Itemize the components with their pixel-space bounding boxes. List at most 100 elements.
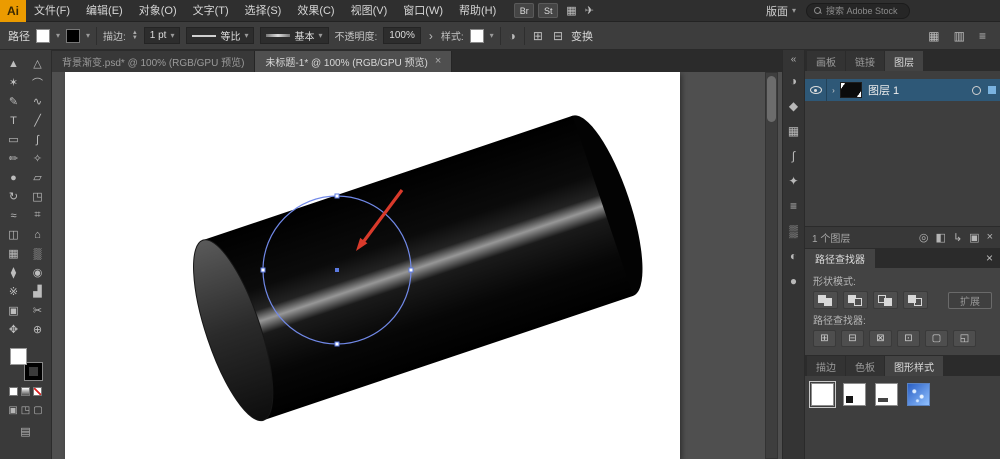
anchor-bottom[interactable] — [334, 341, 340, 347]
center-point[interactable] — [335, 268, 339, 272]
document-grid-icon[interactable]: ▥ — [952, 29, 967, 43]
pathfinder-button-outline[interactable]: ▢ — [925, 330, 948, 347]
tool-width[interactable]: ≈ — [2, 206, 26, 225]
opacity-more-button[interactable]: › — [427, 29, 435, 43]
tool-hand[interactable]: ✥ — [2, 320, 26, 339]
distribute-icon[interactable]: ⊟ — [551, 29, 565, 43]
style-caret-icon[interactable]: ▾ — [490, 31, 494, 40]
color-button[interactable] — [9, 387, 18, 396]
stroke-swatch[interactable] — [66, 28, 81, 43]
tool-paintbrush[interactable]: ∫ — [26, 130, 50, 149]
tool-rotate[interactable]: ↻ — [2, 187, 26, 206]
tool-pen[interactable]: ✎ — [2, 92, 26, 111]
panel-icon-symbols[interactable]: ✦ — [788, 175, 798, 187]
tool-direct-selection[interactable]: △ — [26, 54, 50, 73]
fill-caret-icon[interactable]: ▾ — [56, 31, 60, 40]
tab-stroke[interactable]: 描边 — [807, 356, 845, 376]
opacity-field[interactable]: 100% — [383, 27, 421, 44]
scrollbar-thumb[interactable] — [767, 76, 776, 122]
screen-mode-button[interactable]: ▤ — [20, 425, 30, 438]
tool-zoom[interactable]: ⊕ — [26, 320, 50, 339]
draw-behind-icon[interactable]: ◳ — [21, 405, 30, 416]
menu-item-select[interactable]: 选择(S) — [237, 0, 290, 22]
tool-column-graph[interactable]: ▟ — [26, 282, 50, 301]
search-input[interactable] — [826, 5, 902, 16]
layer-thumbnail[interactable] — [840, 82, 862, 98]
layers-action-new-layer[interactable]: ▣ — [969, 231, 979, 244]
menu-item-view[interactable]: 视图(V) — [343, 0, 396, 22]
draw-inside-icon[interactable]: ▢ — [33, 405, 42, 416]
panel-icon-color[interactable]: ◑ — [790, 75, 797, 87]
recolor-artwork-icon[interactable]: ◑ — [507, 29, 518, 43]
vertical-scrollbar[interactable] — [765, 72, 778, 459]
tab-pathfinder[interactable]: 路径查找器 — [805, 249, 875, 268]
tool-free-transform[interactable]: ⌗ — [26, 206, 50, 225]
arrange-documents-icon[interactable]: ▦ — [926, 29, 941, 43]
tool-mesh[interactable]: ▦ — [2, 244, 26, 263]
stock-button[interactable]: St — [538, 3, 559, 18]
tool-perspective-grid[interactable]: ⌂ — [26, 225, 50, 244]
bridge-button[interactable]: Br — [514, 3, 535, 18]
pathfinder-button-trim[interactable]: ⊟ — [841, 330, 864, 347]
gradient-button[interactable] — [21, 387, 30, 396]
stroke-weight-field[interactable]: 1 pt ▾ — [143, 27, 181, 44]
tool-gradient[interactable]: ▒ — [26, 244, 50, 263]
gpu-performance-icon[interactable]: ✈ — [585, 4, 594, 17]
layers-action-locate-object[interactable]: ◎ — [919, 231, 929, 244]
style-thumb-blue-texture[interactable] — [907, 383, 931, 406]
brush-definition-dropdown[interactable]: 基本 ▾ — [260, 27, 329, 44]
black-cylinder[interactable] — [177, 107, 658, 429]
tool-pencil[interactable]: ✏ — [2, 149, 26, 168]
stroke-caret-icon[interactable]: ▾ — [86, 31, 90, 40]
pathfinder-button-minus-back[interactable]: ◱ — [953, 330, 976, 347]
menu-item-type[interactable]: 文字(T) — [185, 0, 237, 22]
panel-icon-transparency[interactable]: ◐ — [790, 250, 797, 262]
tool-blend[interactable]: ◉ — [26, 263, 50, 282]
tool-shape-builder[interactable]: ◫ — [2, 225, 26, 244]
tool-artboard[interactable]: ▣ — [2, 301, 26, 320]
tool-scale[interactable]: ◳ — [26, 187, 50, 206]
layer-row[interactable]: › 图层 1 — [805, 79, 1000, 101]
close-icon[interactable]: × — [979, 251, 1000, 265]
tool-rectangle[interactable]: ▭ — [2, 130, 26, 149]
tool-curvature[interactable]: ∿ — [26, 92, 50, 111]
style-thumb-3[interactable] — [875, 383, 899, 406]
tool-type[interactable]: T — [2, 111, 26, 130]
menu-item-help[interactable]: 帮助(H) — [451, 0, 504, 22]
panel-icon-appearance[interactable]: ● — [790, 275, 797, 287]
selection-indicator[interactable] — [988, 86, 996, 94]
panel-icon-swatches[interactable]: ▦ — [788, 125, 799, 137]
tool-blob-brush[interactable]: ● — [2, 168, 26, 187]
transform-button[interactable]: 变换 — [571, 28, 593, 44]
align-icon[interactable]: ⊞ — [531, 29, 545, 43]
panel-icon-color-guide[interactable]: ◆ — [789, 100, 798, 112]
tab-swatches[interactable]: 色板 — [846, 356, 884, 376]
tool-slice[interactable]: ✂ — [26, 301, 50, 320]
panel-icon-brushes[interactable]: ∫ — [792, 150, 795, 162]
expand-layer-icon[interactable]: › — [827, 86, 840, 95]
tool-symbol-sprayer[interactable]: ※ — [2, 282, 26, 301]
tool-lasso[interactable]: ⌒ — [26, 73, 50, 92]
artboard[interactable] — [65, 72, 680, 459]
exclude-button[interactable] — [903, 291, 928, 309]
expand-button[interactable]: 扩展 — [948, 291, 992, 309]
layer-name[interactable]: 图层 1 — [868, 82, 972, 98]
menu-item-edit[interactable]: 编辑(E) — [78, 0, 131, 22]
minus-front-button[interactable] — [843, 291, 868, 309]
panel-icon-stroke[interactable]: ≡ — [790, 200, 797, 212]
fill-color-box[interactable] — [9, 348, 27, 365]
close-icon[interactable]: × — [435, 56, 441, 67]
unite-button[interactable] — [813, 291, 838, 309]
tool-magic-wand[interactable]: ✶ — [2, 73, 26, 92]
tab-links[interactable]: 链接 — [846, 51, 884, 71]
tool-line-segment[interactable]: ╱ — [26, 111, 50, 130]
layers-action-new-sublayer[interactable]: ↳ — [953, 231, 962, 244]
document-tab-background[interactable]: 背景渐变.psd* @ 100% (RGB/GPU 预览) — [52, 51, 256, 72]
tab-graphic-styles[interactable]: 图形样式 — [885, 356, 943, 376]
document-tab-untitled[interactable]: 未标题-1* @ 100% (RGB/GPU 预览) × — [255, 51, 453, 72]
target-icon[interactable] — [972, 85, 981, 95]
control-menu-icon[interactable]: ≡ — [977, 29, 988, 43]
width-profile-dropdown[interactable]: 等比 ▾ — [186, 27, 255, 44]
pathfinder-button-merge[interactable]: ⊠ — [869, 330, 892, 347]
expand-dock-icon[interactable]: « — [791, 54, 797, 65]
